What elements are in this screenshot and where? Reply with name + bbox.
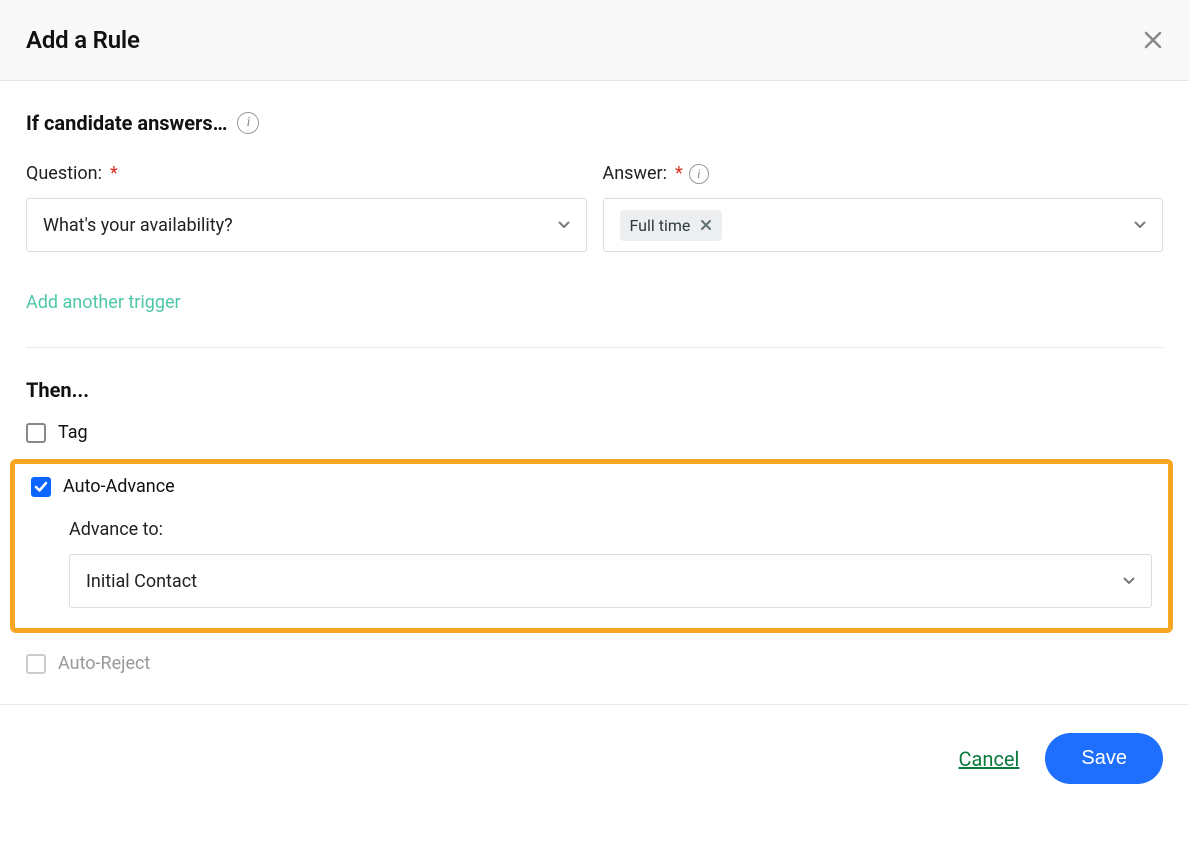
answer-tag-pill: Full time (620, 210, 723, 241)
auto-reject-option-row: Auto-Reject (26, 653, 1163, 674)
question-select-value: What's your availability? (43, 215, 233, 236)
dialog-header: Add a Rule (0, 0, 1189, 81)
advance-to-select-value: Initial Contact (86, 571, 197, 592)
info-icon[interactable]: i (689, 164, 709, 184)
auto-advance-option-row: Auto-Advance (31, 476, 1152, 497)
cancel-button[interactable]: Cancel (959, 747, 1020, 771)
answer-label: Answer:* i (603, 163, 709, 184)
auto-advance-checkbox-label: Auto-Advance (63, 476, 175, 497)
remove-tag-icon[interactable] (700, 219, 712, 231)
answer-tag-text: Full time (630, 216, 691, 235)
required-indicator: * (675, 163, 683, 184)
advance-to-group: Advance to: Initial Contact (69, 519, 1152, 608)
add-another-trigger-link[interactable]: Add another trigger (26, 292, 181, 313)
auto-advance-highlight: Auto-Advance Advance to: Initial Contact (10, 459, 1173, 633)
required-indicator: * (110, 163, 118, 184)
then-section-title: Then... (26, 378, 1163, 402)
answer-select[interactable]: Full time (603, 198, 1164, 252)
question-label: Question:* (26, 163, 118, 184)
dialog-footer: Cancel Save (0, 704, 1189, 812)
auto-reject-checkbox[interactable] (26, 654, 46, 674)
auto-reject-checkbox-label: Auto-Reject (58, 653, 150, 674)
dialog-title: Add a Rule (26, 26, 140, 54)
advance-to-select[interactable]: Initial Contact (69, 554, 1152, 608)
divider (26, 347, 1163, 348)
info-icon[interactable]: i (237, 112, 259, 134)
advance-to-label: Advance to: (69, 519, 1152, 540)
question-column: Question:* What's your availability? (26, 163, 587, 252)
chevron-down-icon (558, 221, 570, 229)
tag-checkbox[interactable] (26, 423, 46, 443)
chevron-down-icon (1123, 577, 1135, 585)
chevron-down-icon (1134, 221, 1146, 229)
auto-advance-checkbox[interactable] (31, 477, 51, 497)
close-icon[interactable] (1143, 30, 1163, 50)
question-select[interactable]: What's your availability? (26, 198, 587, 252)
answer-column: Answer:* i Full time (603, 163, 1164, 252)
save-button[interactable]: Save (1045, 733, 1163, 784)
dialog-body: If candidate answers… i Question:* What'… (0, 81, 1189, 684)
trigger-row: Question:* What's your availability? Ans… (26, 163, 1163, 252)
tag-checkbox-label: Tag (58, 422, 88, 443)
tag-option-row: Tag (26, 422, 1163, 443)
trigger-section-text: If candidate answers… (26, 111, 227, 135)
trigger-section-title: If candidate answers… i (26, 111, 1163, 135)
